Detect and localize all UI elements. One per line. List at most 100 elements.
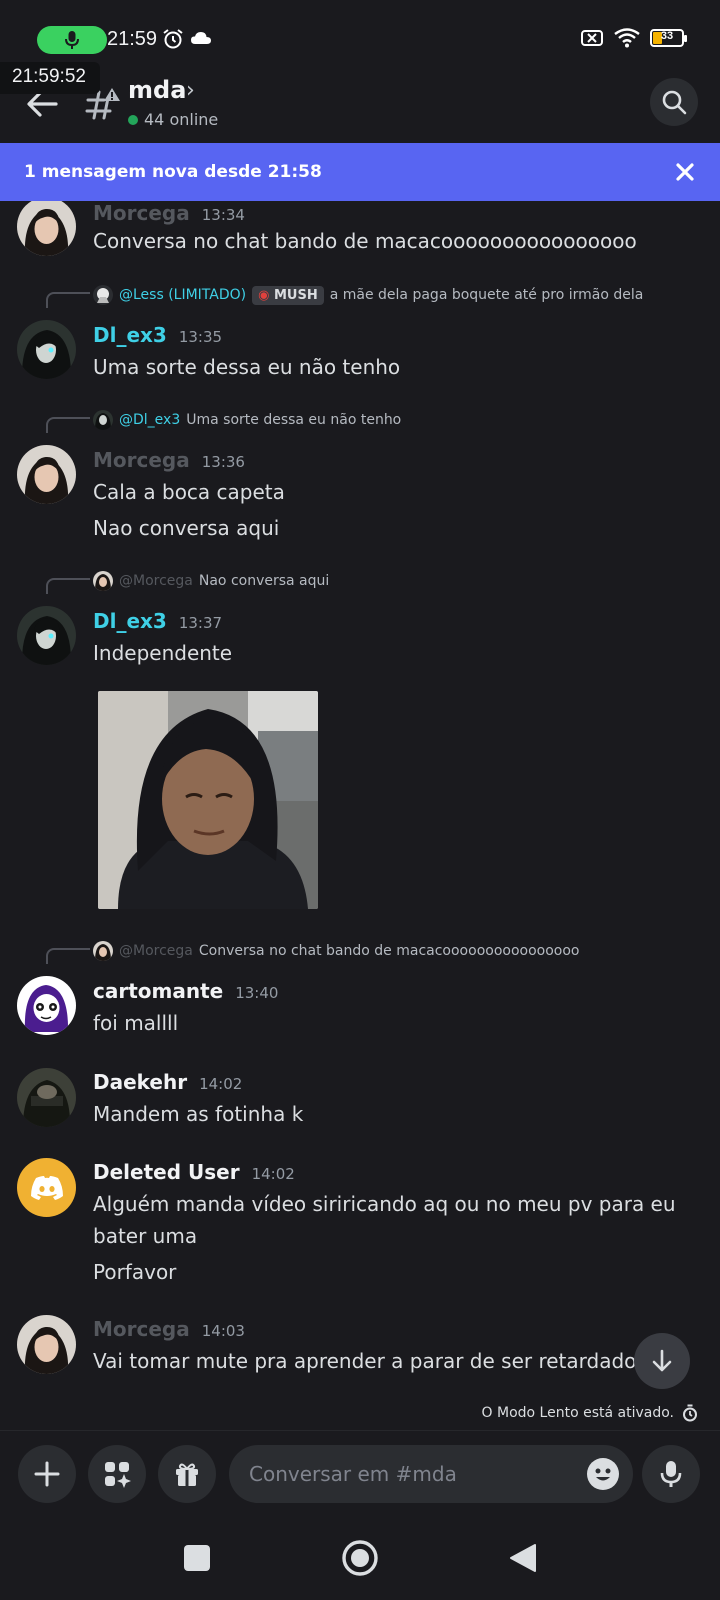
new-messages-text: 1 mensagem nova desde 21:58 xyxy=(24,162,322,182)
chevron-right-icon[interactable]: › xyxy=(186,78,195,103)
stopwatch-icon xyxy=(683,1404,697,1422)
avatar[interactable] xyxy=(17,976,76,1035)
message-username[interactable]: Morcega 13:34 xyxy=(93,201,245,225)
square-icon xyxy=(184,1545,210,1571)
message-text: Porfavor xyxy=(93,1260,177,1284)
message-username[interactable]: Deleted User 14:02 xyxy=(93,1160,295,1184)
slowmode-notice: O Modo Lento está ativado. xyxy=(482,1404,698,1422)
message-timestamp: 13:40 xyxy=(235,984,279,1002)
message-username[interactable]: Morcega 14:03 xyxy=(93,1317,245,1341)
avatar[interactable] xyxy=(17,1068,76,1127)
recents-button[interactable] xyxy=(167,1528,227,1588)
emoji-icon xyxy=(595,1468,611,1481)
reply-mention[interactable]: @Less (LIMITADO) xyxy=(119,287,246,303)
message-input-container xyxy=(229,1445,633,1503)
no-sim-icon xyxy=(581,30,603,46)
avatar[interactable] xyxy=(17,445,76,504)
message-timestamp: 13:37 xyxy=(178,614,223,632)
system-navigation-bar xyxy=(0,1514,720,1600)
message-username[interactable]: Dl_ex3 13:37 xyxy=(93,609,222,633)
reply-avatar xyxy=(93,285,113,305)
new-messages-banner[interactable]: 1 mensagem nova desde 21:58 xyxy=(0,143,720,201)
status-bar: 21:59 33 xyxy=(0,0,720,60)
mic-active-indicator xyxy=(37,26,107,54)
reply-connector xyxy=(46,948,90,964)
add-attachment-button[interactable] xyxy=(18,1445,76,1503)
reply-avatar xyxy=(93,941,113,961)
back-button[interactable] xyxy=(493,1528,553,1588)
close-icon[interactable] xyxy=(672,159,698,185)
plus-icon xyxy=(34,1461,60,1487)
reply-preview[interactable]: @Morcega Conversa no chat bando de macac… xyxy=(93,941,579,961)
cloud-icon xyxy=(191,32,211,44)
reply-preview[interactable]: @Dl_ex3 Uma sorte dessa eu não tenho xyxy=(93,410,401,430)
image-attachment[interactable] xyxy=(98,691,318,909)
reply-connector xyxy=(46,292,90,308)
message-text: Vai tomar mute pra aprender a parar de s… xyxy=(93,1349,637,1373)
reply-avatar xyxy=(93,571,113,591)
clock-overlay: 21:59:52 xyxy=(0,62,100,94)
message-text: Cala a boca capeta xyxy=(93,480,285,504)
emoji-button[interactable] xyxy=(587,1458,619,1490)
message-username[interactable]: Morcega 13:36 xyxy=(93,448,245,472)
reply-mention[interactable]: @Morcega xyxy=(119,573,193,589)
message-input[interactable] xyxy=(249,1445,569,1503)
message-timestamp: 13:36 xyxy=(201,453,245,471)
message-timestamp: 13:34 xyxy=(201,206,245,224)
reply-avatar xyxy=(93,410,113,430)
reply-connector xyxy=(46,417,90,433)
apps-button[interactable] xyxy=(88,1445,146,1503)
mushroom-icon: ◉ xyxy=(258,287,270,303)
message-composer xyxy=(0,1430,720,1514)
user-tag: ◉ MUSH xyxy=(252,285,324,305)
slowmode-text: O Modo Lento está ativado. xyxy=(481,1405,674,1421)
wifi-icon xyxy=(614,28,640,48)
message-username[interactable]: cartomante 13:40 xyxy=(93,979,278,1003)
reply-text: a mãe dela paga boquete até pro irmão de… xyxy=(329,287,644,303)
message-username[interactable]: Dl_ex3 13:35 xyxy=(93,323,222,347)
voice-message-button[interactable] xyxy=(642,1445,700,1503)
message-timestamp: 14:02 xyxy=(251,1165,295,1183)
gift-button[interactable] xyxy=(158,1445,216,1503)
online-dot-icon xyxy=(128,114,138,125)
reply-preview[interactable]: @Less (LIMITADO) ◉ MUSH a mãe dela paga … xyxy=(93,285,643,305)
channel-name[interactable]: mda xyxy=(128,76,186,104)
message-timestamp: 14:02 xyxy=(199,1075,243,1093)
gift-icon xyxy=(176,1463,198,1486)
avatar[interactable] xyxy=(17,606,76,665)
message-username[interactable]: Daekehr 14:02 xyxy=(93,1070,242,1094)
alarm-icon xyxy=(163,29,183,49)
battery-level: 33 xyxy=(660,30,674,42)
reply-mention[interactable]: @Dl_ex3 xyxy=(119,412,180,428)
status-time: 21:59 xyxy=(107,28,158,50)
battery-icon: 33 xyxy=(650,29,687,47)
reply-connector xyxy=(46,578,90,594)
search-icon xyxy=(662,90,687,115)
message-timestamp: 14:03 xyxy=(201,1322,245,1340)
message-feed[interactable]: Morcega 13:34 Conversa no chat bando de m… xyxy=(0,201,720,1401)
avatar[interactable] xyxy=(17,201,76,256)
microphone-icon xyxy=(65,31,79,49)
apps-sparkle-icon xyxy=(105,1462,131,1488)
scroll-to-bottom-button[interactable] xyxy=(634,1333,690,1389)
reply-text: Conversa no chat bando de macacooooooooo… xyxy=(198,943,580,959)
search-button[interactable] xyxy=(650,78,698,126)
circle-icon xyxy=(342,1540,378,1576)
message-text: Uma sorte dessa eu não tenho xyxy=(93,355,401,379)
reply-preview[interactable]: @Morcega Nao conversa aqui xyxy=(93,571,329,591)
avatar[interactable] xyxy=(17,1315,76,1374)
triangle-back-icon xyxy=(510,1544,536,1572)
message-text: Independente xyxy=(93,641,233,665)
avatar[interactable] xyxy=(17,1158,76,1217)
reply-mention[interactable]: @Morcega xyxy=(119,943,193,959)
message-text: Conversa no chat bando de macacooooooooo… xyxy=(93,229,637,253)
discord-logo-icon xyxy=(30,1175,63,1200)
online-count: 44 online xyxy=(128,110,218,129)
home-button[interactable] xyxy=(330,1528,390,1588)
avatar[interactable] xyxy=(17,320,76,379)
arrow-down-icon xyxy=(652,1349,672,1372)
online-label: 44 online xyxy=(144,110,219,129)
message-text: foi mallll xyxy=(93,1011,179,1035)
message-timestamp: 13:35 xyxy=(178,328,223,346)
channel-header: mda › 44 online xyxy=(0,62,720,142)
